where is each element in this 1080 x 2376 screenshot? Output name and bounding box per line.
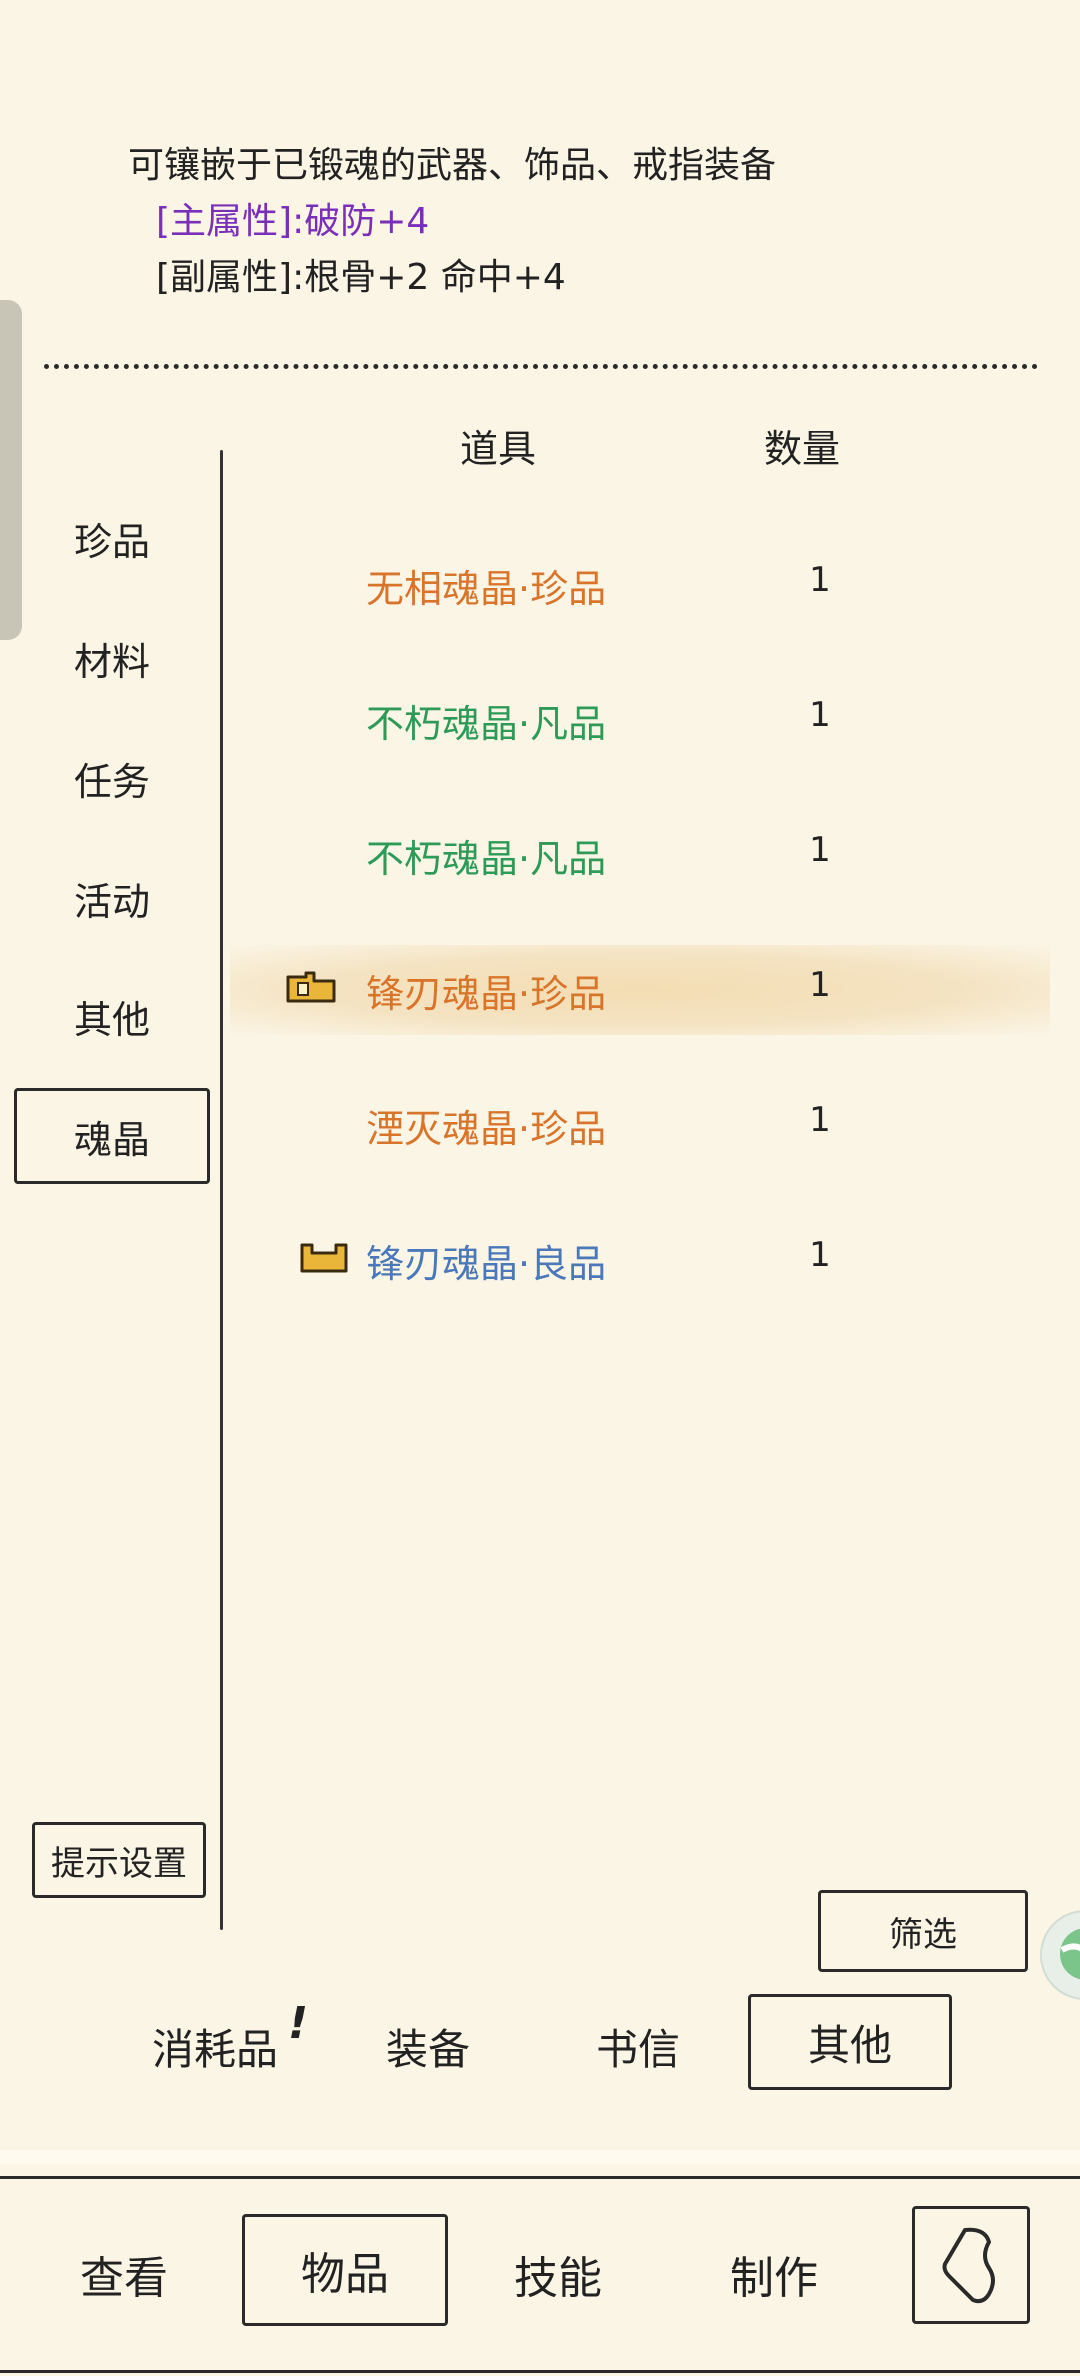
column-header-item: 道具 bbox=[460, 427, 537, 471]
category-other[interactable]: 其他 bbox=[14, 968, 210, 1064]
column-header-quantity: 数量 bbox=[764, 427, 841, 471]
nav-view[interactable]: 查看 bbox=[80, 2242, 168, 2306]
item-description: 可镶嵌于已锻魂的武器、饰品、戒指装备 [主属性]:破防+4 [副属性]:根骨+2… bbox=[128, 138, 776, 306]
item-quantity: 1 bbox=[809, 560, 831, 600]
nav-skills-label: 技能 bbox=[514, 2253, 602, 2304]
tab-letters[interactable]: 书信 bbox=[596, 2016, 680, 2077]
item-quantity: 1 bbox=[809, 1100, 831, 1140]
new-badge: ! bbox=[288, 1998, 309, 2049]
nav-divider bbox=[0, 2176, 1080, 2179]
back-arrow-icon bbox=[942, 2227, 995, 2304]
vertical-divider bbox=[220, 450, 223, 1930]
category-soul-crystal[interactable]: 魂晶 bbox=[14, 1088, 210, 1184]
nav-bottom-line bbox=[0, 2370, 1080, 2373]
category-event[interactable]: 活动 bbox=[14, 850, 210, 946]
item-row-selected[interactable]: 锋刃魂晶·珍品 1 bbox=[230, 945, 1050, 1035]
filter-button[interactable]: 筛选 bbox=[818, 1890, 1028, 1972]
hint-settings-label: 提示设置 bbox=[51, 1843, 187, 1884]
category-label: 材料 bbox=[73, 639, 150, 684]
category-label: 魂晶 bbox=[73, 1117, 150, 1162]
category-label: 活动 bbox=[73, 879, 150, 924]
category-label: 其他 bbox=[73, 997, 150, 1042]
nav-view-label: 查看 bbox=[80, 2253, 168, 2304]
category-materials[interactable]: 材料 bbox=[14, 610, 210, 706]
category-precious[interactable]: 珍品 bbox=[14, 490, 210, 586]
edge-scroll-tab[interactable] bbox=[0, 300, 22, 640]
item-name: 不朽魂晶·凡品 bbox=[366, 837, 607, 881]
item-quantity: 1 bbox=[809, 695, 831, 735]
tab-consumables[interactable]: 消耗品 ! bbox=[152, 1998, 308, 2077]
item-row[interactable]: 湮灭魂晶·珍品 1 bbox=[230, 1080, 1050, 1170]
tab-equipment-label: 装备 bbox=[386, 2025, 471, 2074]
nav-items[interactable]: 物品 bbox=[242, 2214, 448, 2326]
item-name: 湮灭魂晶·珍品 bbox=[366, 1107, 607, 1151]
item-name: 无相魂晶·珍品 bbox=[366, 567, 607, 611]
main-attribute: [主属性]:破防+4 bbox=[156, 201, 430, 242]
nav-top-band bbox=[0, 2150, 1080, 2164]
nav-items-label: 物品 bbox=[301, 2249, 389, 2300]
item-quantity: 1 bbox=[809, 965, 831, 1005]
item-row[interactable]: 不朽魂晶·凡品 1 bbox=[230, 675, 1050, 765]
filter-label: 筛选 bbox=[889, 1914, 957, 1955]
item-quantity: 1 bbox=[809, 1235, 831, 1275]
category-label: 珍品 bbox=[73, 519, 150, 564]
item-quantity: 1 bbox=[809, 830, 831, 870]
nav-craft[interactable]: 制作 bbox=[730, 2242, 818, 2306]
sub-attribute: [副属性]:根骨+2 命中+4 bbox=[156, 257, 566, 298]
hint-settings-button[interactable]: 提示设置 bbox=[32, 1822, 206, 1898]
tab-other[interactable]: 其他 bbox=[748, 1994, 952, 2090]
item-row[interactable]: 无相魂晶·珍品 1 bbox=[230, 540, 1050, 630]
item-row[interactable]: 不朽魂晶·凡品 1 bbox=[230, 810, 1050, 900]
item-row[interactable]: 锋刃魂晶·良品 1 bbox=[230, 1215, 1050, 1305]
back-button[interactable] bbox=[912, 2206, 1030, 2324]
item-name: 不朽魂晶·凡品 bbox=[366, 702, 607, 746]
floating-assistant-button[interactable] bbox=[1040, 1910, 1080, 2000]
dotted-divider bbox=[44, 364, 1038, 369]
tab-letters-label: 书信 bbox=[596, 2025, 681, 2074]
crystal-slot-icon bbox=[300, 1243, 348, 1273]
tab-other-label: 其他 bbox=[807, 2020, 892, 2070]
nav-craft-label: 制作 bbox=[730, 2253, 818, 2304]
equipped-crystal-icon bbox=[286, 971, 336, 1003]
nav-skills[interactable]: 技能 bbox=[514, 2242, 602, 2306]
item-name: 锋刃魂晶·良品 bbox=[366, 1242, 607, 1286]
assistant-icon bbox=[1060, 1928, 1080, 1980]
tab-equipment[interactable]: 装备 bbox=[386, 2016, 470, 2077]
tab-consumables-label: 消耗品 bbox=[152, 2025, 279, 2074]
item-name: 锋刃魂晶·珍品 bbox=[366, 972, 607, 1016]
category-label: 任务 bbox=[73, 759, 150, 804]
description-text: 可镶嵌于已锻魂的武器、饰品、戒指装备 bbox=[128, 145, 777, 186]
category-quest[interactable]: 任务 bbox=[14, 730, 210, 826]
